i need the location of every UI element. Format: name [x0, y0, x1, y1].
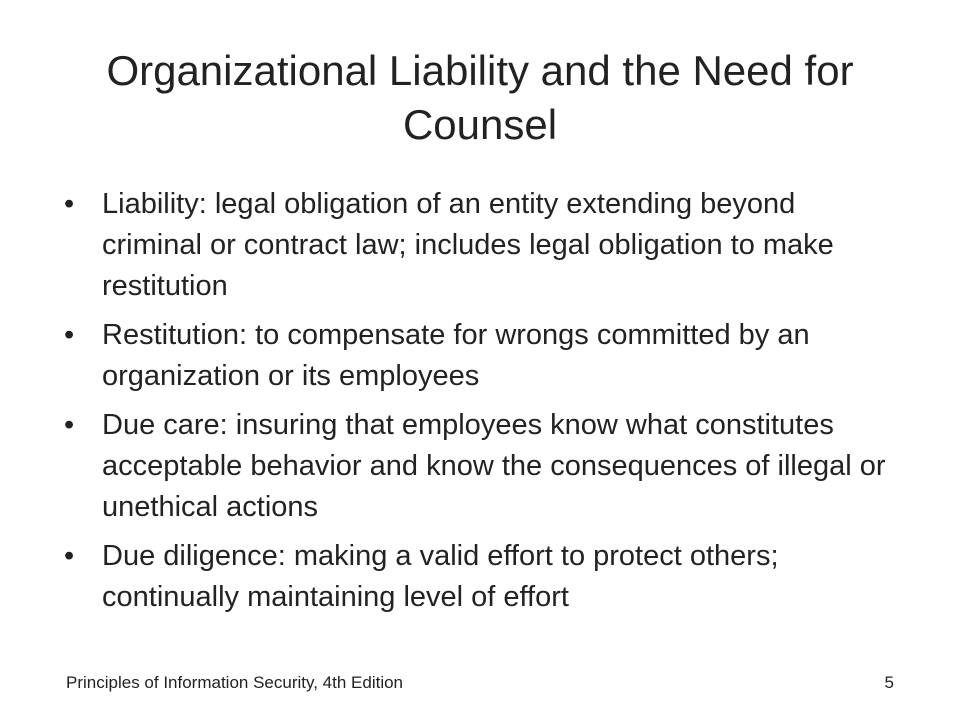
bullet-icon: • — [64, 540, 75, 572]
bullet-list: • Liability: legal obligation of an enti… — [64, 184, 894, 626]
bullet-item: • Due care: insuring that employees know… — [64, 405, 894, 528]
bullet-text: Restitution: to compensate for wrongs co… — [102, 319, 810, 392]
slide-title: Organizational Liability and the Need fo… — [106, 47, 854, 148]
bullet-item: • Restitution: to compensate for wrongs … — [64, 315, 894, 397]
slide-footer: Principles of Information Security, 4th … — [66, 671, 894, 695]
bullet-text: Liability: legal obligation of an entity… — [102, 188, 834, 302]
bullet-icon: • — [64, 409, 75, 441]
bullet-item: • Due diligence: making a valid effort t… — [64, 536, 894, 618]
page-number: 5 — [884, 673, 894, 692]
bullet-text: Due care: insuring that employees know w… — [102, 409, 886, 523]
bullet-icon: • — [64, 319, 75, 351]
slide: Organizational Liability and the Need fo… — [0, 0, 960, 720]
bullet-item: • Liability: legal obligation of an enti… — [64, 184, 894, 307]
footer-book-title: Principles of Information Security, 4th … — [66, 673, 404, 692]
bullet-text: Due diligence: making a valid effort to … — [102, 540, 779, 613]
bullet-icon: • — [64, 188, 75, 220]
